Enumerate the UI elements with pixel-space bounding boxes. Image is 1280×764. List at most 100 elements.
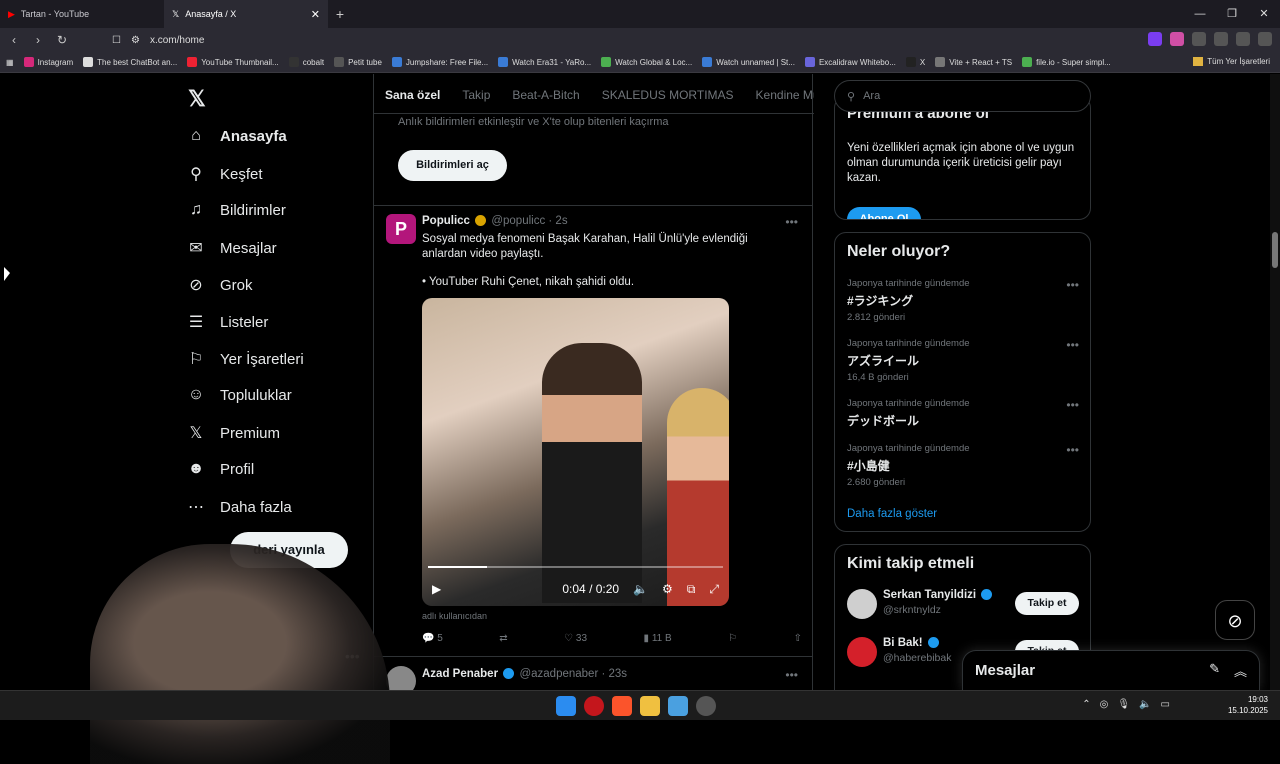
- follow-suggestion[interactable]: Serkan Tanyildizi @srkntnyldz Takip et: [847, 587, 1079, 621]
- bookmark-item[interactable]: Watch unnamed | St...: [702, 57, 795, 67]
- share-icon[interactable]: ⇧: [794, 633, 802, 644]
- bookmark-item[interactable]: X: [905, 57, 925, 67]
- all-bookmarks[interactable]: Tüm Yer İşaretleri: [1193, 57, 1270, 66]
- tab-following[interactable]: Takip: [451, 74, 501, 113]
- new-tab-button[interactable]: +: [328, 6, 352, 22]
- tab-list[interactable]: Kendine Müz: [745, 74, 814, 113]
- app-icon[interactable]: [668, 696, 688, 716]
- brave-icon[interactable]: [612, 696, 632, 716]
- close-window-icon[interactable]: ✕: [1248, 0, 1280, 28]
- avatar[interactable]: [847, 589, 877, 619]
- extension-icon[interactable]: [1192, 32, 1206, 46]
- forward-icon[interactable]: ›: [28, 33, 48, 47]
- extension-icon[interactable]: [1148, 32, 1162, 46]
- bookmark-item[interactable]: cobalt: [288, 57, 324, 67]
- subscribe-button[interactable]: Abone Ol: [847, 207, 921, 219]
- post-handle[interactable]: @azadpenaber · 23s: [519, 668, 627, 680]
- reload-icon[interactable]: ↻: [52, 33, 72, 47]
- bookmark-item[interactable]: YouTube Thumbnail...: [187, 57, 279, 67]
- app-icon[interactable]: [696, 696, 716, 716]
- mic-icon[interactable]: 🎙: [1117, 699, 1130, 710]
- volume-icon[interactable]: 🔈: [633, 582, 648, 596]
- x-logo-icon[interactable]: 𝕏: [188, 86, 206, 112]
- nav-item-premium[interactable]: 𝕏 Premium: [186, 423, 280, 443]
- bookmark-item[interactable]: Vite + React + TS: [935, 57, 1012, 67]
- site-info-icon[interactable]: ⚙: [131, 35, 140, 46]
- follow-button[interactable]: Takip et: [1015, 592, 1079, 615]
- page-scrollbar[interactable]: [1270, 74, 1280, 690]
- taskbar-clock[interactable]: 19:03 15.10.2025: [1228, 694, 1268, 716]
- bookmark-item[interactable]: Petit tube: [334, 57, 382, 67]
- show-more-link[interactable]: Daha fazla göster: [847, 508, 937, 520]
- trend-more-icon[interactable]: •••: [1066, 278, 1079, 292]
- close-tab-icon[interactable]: ✕: [311, 8, 320, 21]
- nav-item-home[interactable]: ⌂ Anasayfa: [186, 127, 287, 145]
- network-icon[interactable]: ▭: [1161, 699, 1170, 710]
- browser-tab-youtube[interactable]: ▶ Tartan - YouTube: [0, 0, 164, 28]
- bookmark-item[interactable]: Watch Era31 - YaRo...: [498, 57, 591, 67]
- avatar[interactable]: P: [386, 214, 416, 244]
- scrollbar-thumb[interactable]: [1272, 232, 1278, 268]
- nav-item-communities[interactable]: ☺ Topluluklar: [186, 386, 292, 404]
- windows-start-icon[interactable]: [556, 696, 576, 716]
- pip-icon[interactable]: ⧉: [687, 582, 696, 597]
- apps-icon[interactable]: ▦: [6, 58, 14, 67]
- bookmark-item[interactable]: Watch Global & Loc...: [601, 57, 692, 67]
- trend-more-icon[interactable]: •••: [1066, 338, 1079, 352]
- extension-icon[interactable]: [1214, 32, 1228, 46]
- play-icon[interactable]: ▶: [432, 582, 441, 596]
- trend-item[interactable]: Japonya tarihinde gündemde #小島健 2.680 gönd…: [847, 443, 1079, 488]
- post-author[interactable]: Azad Penaber: [422, 668, 498, 680]
- post-more-icon[interactable]: •••: [785, 668, 798, 682]
- bookmark-icon[interactable]: ⚐: [728, 633, 737, 644]
- nav-item-grok[interactable]: ⊘ Grok: [186, 275, 252, 295]
- opera-icon[interactable]: [584, 696, 604, 716]
- address-bar[interactable]: ☐ ⚙ x.com/home: [112, 30, 792, 50]
- tab-list[interactable]: SKALEDUS MORTIMAS: [591, 74, 745, 113]
- like-button[interactable]: ♡ 33: [564, 633, 587, 644]
- nav-item-lists[interactable]: ☰ Listeler: [186, 312, 269, 332]
- trend-item[interactable]: Japonya tarihinde gündemde デッドボール •••: [847, 398, 1079, 429]
- minimize-icon[interactable]: —: [1184, 0, 1216, 28]
- search-input[interactable]: ⚲ Ara: [834, 80, 1091, 112]
- chevron-up-icon[interactable]: ⌃: [1082, 699, 1090, 710]
- repost-icon[interactable]: ⇄: [499, 633, 507, 644]
- tab-list[interactable]: Beat-A-Bitch: [501, 74, 590, 113]
- reply-button[interactable]: 💬 5: [422, 633, 443, 644]
- trend-item[interactable]: Japonya tarihinde gündemde #ラジキング 2.812 gö…: [847, 278, 1079, 323]
- nav-item-profile[interactable]: ☻ Profil: [186, 460, 255, 478]
- restore-icon[interactable]: ❐: [1216, 0, 1248, 28]
- volume-icon[interactable]: 🔈: [1139, 699, 1151, 710]
- grok-icon[interactable]: ⊘: [1215, 600, 1255, 640]
- video-player[interactable]: ▶ 0:04 / 0:20 🔈 ⚙ ⧉ ⤢: [422, 298, 729, 606]
- messages-drawer[interactable]: Mesajlar ✎ ︽: [962, 650, 1260, 690]
- trend-item[interactable]: Japonya tarihinde gündemde アズライール 16,4 B g…: [847, 338, 1079, 383]
- nav-item-more[interactable]: ⋯ Daha fazla: [186, 497, 292, 517]
- bookmark-item[interactable]: Jumpshare: Free File...: [391, 57, 488, 67]
- views-button[interactable]: ▮ 11 B: [644, 633, 672, 644]
- tab-for-you[interactable]: Sana özel: [374, 74, 451, 113]
- post-more-icon[interactable]: •••: [785, 215, 798, 229]
- folder-icon[interactable]: [640, 696, 660, 716]
- new-message-icon[interactable]: ✎: [1209, 661, 1220, 680]
- bookmark-item[interactable]: The best ChatBot an...: [83, 57, 177, 67]
- extension-icon[interactable]: [1236, 32, 1250, 46]
- nav-item-explore[interactable]: ⚲ Keşfet: [186, 164, 262, 184]
- enable-notifications-button[interactable]: Bildirimleri aç: [398, 150, 507, 181]
- extension-icon[interactable]: [1170, 32, 1184, 46]
- video-caption[interactable]: adlı kullanıcıdan: [422, 611, 487, 621]
- post-author[interactable]: Populicc: [422, 215, 470, 227]
- bookmark-page-icon[interactable]: ☐: [112, 35, 121, 46]
- trend-more-icon[interactable]: •••: [1066, 398, 1079, 412]
- avatar[interactable]: [847, 637, 877, 667]
- back-icon[interactable]: ‹: [4, 33, 24, 47]
- nav-item-bookmarks[interactable]: ⚐ Yer İşaretleri: [186, 349, 304, 369]
- trend-more-icon[interactable]: •••: [1066, 443, 1079, 457]
- settings-icon[interactable]: ⚙: [662, 582, 673, 596]
- menu-icon[interactable]: [1258, 32, 1272, 46]
- expand-icon[interactable]: ︽: [1234, 661, 1247, 680]
- nav-item-messages[interactable]: ✉ Mesajlar: [186, 238, 276, 258]
- nav-item-notifications[interactable]: ♫ Bildirimler: [186, 201, 286, 219]
- browser-tab-x[interactable]: 𝕏 Anasayfa / X ✕: [164, 0, 328, 28]
- bookmark-item[interactable]: Instagram: [23, 57, 73, 67]
